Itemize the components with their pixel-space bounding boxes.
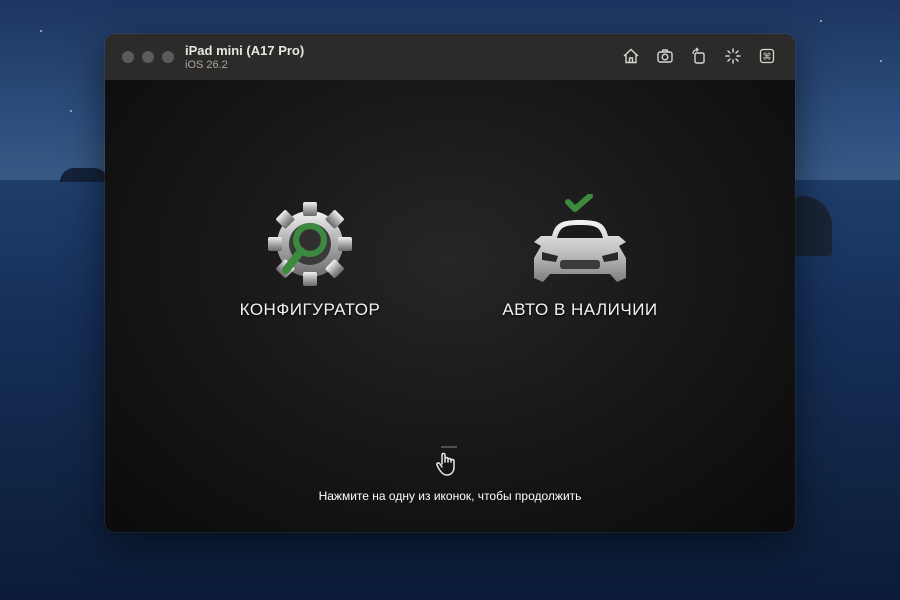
gear-magnifier-icon <box>268 202 352 286</box>
cars-in-stock-label: АВТО В НАЛИЧИИ <box>502 300 658 319</box>
title-bar: iPad mini (A17 Pro) iOS 26.2 ⌘ <box>105 34 795 81</box>
configurator-tile[interactable]: КОНФИГУРАТОР <box>235 202 385 320</box>
window-title: iPad mini (A17 Pro) <box>185 43 305 58</box>
screenshot-button[interactable] <box>655 46 675 66</box>
shake-button[interactable] <box>723 46 743 66</box>
star <box>820 20 822 22</box>
command-icon: ⌘ <box>759 48 775 64</box>
star <box>880 60 882 62</box>
simulator-window: iPad mini (A17 Pro) iOS 26.2 ⌘ КОНФИГУРА… <box>105 34 795 532</box>
svg-text:⌘: ⌘ <box>763 53 772 63</box>
rotate-button[interactable] <box>689 46 709 66</box>
island-left <box>60 168 108 182</box>
tap-hand-icon <box>436 446 457 476</box>
star <box>40 30 42 32</box>
close-button[interactable] <box>122 51 134 63</box>
screenshot-icon <box>657 49 673 63</box>
minimize-button[interactable] <box>142 51 154 63</box>
car-checkmark-icon <box>534 194 626 282</box>
home-icon <box>623 48 639 64</box>
configurator-label: КОНФИГУРАТОР <box>239 300 381 319</box>
device-screen: КОНФИГУРАТОР АВТО В НАЛИЧИИ Нажмите на о… <box>105 80 795 532</box>
window-controls <box>122 51 174 63</box>
window-subtitle: iOS 26.2 <box>185 59 228 71</box>
toolbar: ⌘ <box>621 46 777 66</box>
star <box>70 110 72 112</box>
home-button[interactable] <box>621 46 641 66</box>
instruction-text: Нажмите на одну из иконок, чтобы продолж… <box>318 489 582 503</box>
zoom-button[interactable] <box>162 51 174 63</box>
rotate-icon <box>692 47 705 64</box>
command-button[interactable]: ⌘ <box>757 46 777 66</box>
cars-in-stock-tile[interactable]: АВТО В НАЛИЧИИ <box>495 194 665 320</box>
shake-icon <box>725 48 741 64</box>
